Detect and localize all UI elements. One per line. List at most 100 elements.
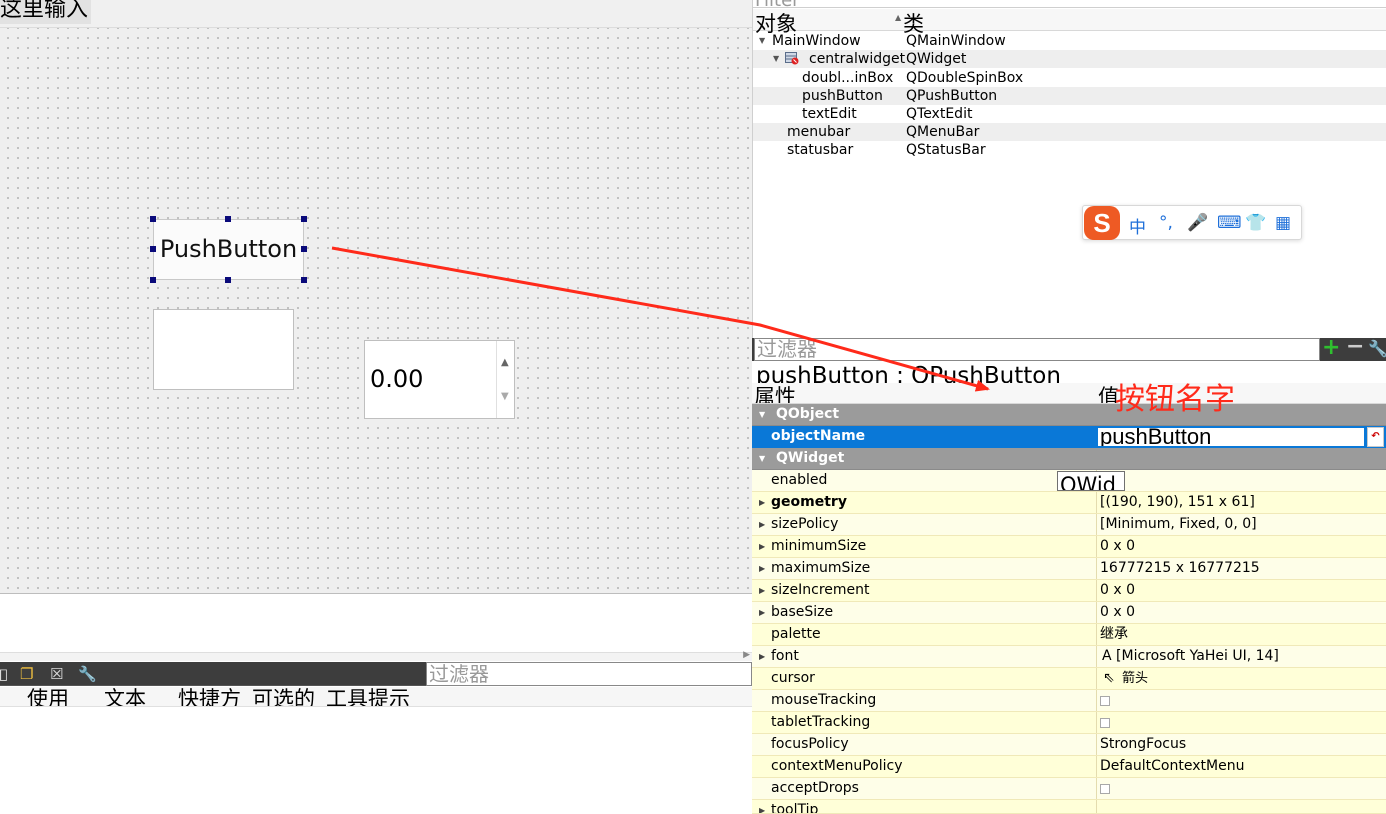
expand-arrow-icon[interactable]: ▶: [759, 800, 765, 813]
scroll-right-icon[interactable]: ▶: [743, 650, 750, 660]
selection-handle[interactable]: [301, 216, 307, 222]
property-filter-input[interactable]: 过滤器: [754, 338, 1320, 361]
property-row[interactable]: acceptDrops: [752, 778, 1386, 800]
punctuation-toggle[interactable]: °,: [1159, 213, 1173, 233]
property-value[interactable]: DefaultContextMenu: [1100, 756, 1244, 777]
property-row[interactable]: ▶ baseSize 0 x 0: [752, 602, 1386, 624]
property-row[interactable]: ▶ geometry [(190, 190), 151 x 61]: [752, 492, 1386, 514]
expand-arrow-icon[interactable]: ▶: [759, 536, 765, 557]
property-value[interactable]: StrongFocus: [1100, 734, 1186, 755]
selection-handle[interactable]: [225, 277, 231, 283]
add-property-icon[interactable]: +: [1322, 335, 1340, 360]
spin-down-icon[interactable]: ▼: [501, 391, 509, 402]
property-row[interactable]: tabletTracking: [752, 712, 1386, 734]
copy-action-icon[interactable]: ❐: [20, 665, 33, 683]
menu-bar-placeholder[interactable]: 这里输入: [0, 0, 752, 28]
expand-arrow-icon[interactable]: ▶: [759, 580, 765, 601]
tree-row[interactable]: pushButton QPushButton: [753, 87, 1386, 105]
column-divider: [1096, 756, 1097, 777]
wrench-icon[interactable]: 🔧: [1368, 339, 1386, 358]
column-header-tooltip[interactable]: 工具提示: [326, 687, 410, 706]
wrench-icon[interactable]: 🔧: [78, 665, 97, 683]
collapse-arrow-icon[interactable]: ▼: [773, 50, 779, 68]
enabled-popup[interactable]: QWid: [1057, 471, 1125, 491]
property-value[interactable]: 0 x 0: [1100, 536, 1135, 557]
mouse-tracking-checkbox[interactable]: [1100, 696, 1110, 706]
text-edit-widget[interactable]: [153, 309, 294, 390]
selection-handle[interactable]: [225, 216, 231, 222]
tree-row[interactable]: textEdit QTextEdit: [753, 105, 1386, 123]
new-action-icon[interactable]: ◧: [0, 665, 8, 683]
ime-logo-icon[interactable]: S: [1084, 206, 1120, 240]
microphone-icon[interactable]: 🎤: [1187, 213, 1208, 233]
accept-drops-checkbox[interactable]: [1100, 784, 1110, 794]
double-spin-box-widget[interactable]: 0.00 ▲ ▼: [364, 340, 515, 419]
action-table-body[interactable]: [0, 707, 752, 814]
expand-arrow-icon[interactable]: ▶: [759, 492, 765, 513]
property-value[interactable]: [(190, 190), 151 x 61]: [1100, 492, 1255, 513]
property-row[interactable]: palette 继承: [752, 624, 1386, 646]
expand-arrow-icon[interactable]: ▶: [759, 602, 765, 623]
column-header-used[interactable]: 使用: [27, 687, 69, 706]
expand-arrow-icon[interactable]: ▶: [759, 646, 765, 667]
property-value[interactable]: A [Microsoft YaHei UI, 14]: [1102, 646, 1279, 667]
property-row[interactable]: ▶ minimumSize 0 x 0: [752, 536, 1386, 558]
selection-handle[interactable]: [150, 216, 156, 222]
spin-up-icon[interactable]: ▲: [501, 357, 509, 368]
reset-value-icon[interactable]: ↶: [1367, 427, 1384, 447]
selection-handle[interactable]: [150, 246, 156, 252]
property-row[interactable]: contextMenuPolicy DefaultContextMenu: [752, 756, 1386, 778]
property-value[interactable]: 0 x 0: [1100, 580, 1135, 601]
column-header-property[interactable]: 属性: [754, 383, 796, 403]
menu-placeholder-text[interactable]: 这里输入: [0, 0, 92, 24]
property-value[interactable]: 箭头: [1122, 668, 1148, 689]
property-row[interactable]: focusPolicy StrongFocus: [752, 734, 1386, 756]
push-button-widget[interactable]: PushButton: [153, 219, 304, 280]
object-name-input[interactable]: [1097, 427, 1365, 447]
expand-arrow-icon[interactable]: ▶: [759, 514, 765, 535]
selection-handle[interactable]: [150, 277, 156, 283]
property-row[interactable]: ▶ sizePolicy [Minimum, Fixed, 0, 0]: [752, 514, 1386, 536]
tablet-tracking-checkbox[interactable]: [1100, 718, 1110, 728]
property-value[interactable]: 0 x 0: [1100, 602, 1135, 623]
apps-grid-icon[interactable]: ▦: [1275, 213, 1291, 233]
property-group-qwidget[interactable]: ▼ QWidget: [752, 448, 1386, 470]
tree-row[interactable]: menubar QMenuBar: [753, 123, 1386, 141]
delete-action-icon[interactable]: ☒: [50, 665, 63, 683]
property-group-qobject[interactable]: ▼ QObject: [752, 404, 1386, 426]
horizontal-scrollbar[interactable]: ▶: [0, 650, 752, 661]
collapse-arrow-icon[interactable]: ▼: [759, 448, 765, 469]
column-header-checkable[interactable]: 可选的: [252, 687, 315, 706]
action-filter-input[interactable]: 过滤器: [426, 662, 752, 686]
remove-property-icon[interactable]: −: [1346, 334, 1364, 359]
collapse-arrow-icon[interactable]: ▼: [759, 32, 765, 50]
property-row[interactable]: ▶ toolTip: [752, 800, 1386, 814]
chinese-mode-toggle[interactable]: 中: [1129, 213, 1146, 238]
tree-item-name: statusbar: [787, 142, 854, 158]
property-value[interactable]: 继承: [1100, 624, 1128, 645]
selection-handle[interactable]: [301, 277, 307, 283]
ime-toolbar[interactable]: S 中 °, 🎤 ⌨ 👕 ▦: [1082, 205, 1302, 240]
tree-row[interactable]: ▼ centralwidget QWidget: [753, 50, 1386, 68]
property-row[interactable]: ▶ sizeIncrement 0 x 0: [752, 580, 1386, 602]
property-row[interactable]: mouseTracking: [752, 690, 1386, 712]
tree-row[interactable]: ▼ MainWindow QMainWindow: [753, 32, 1386, 50]
skin-icon[interactable]: 👕: [1245, 213, 1266, 233]
property-row-objectname[interactable]: objectName ↶: [752, 426, 1386, 448]
column-header-shortcut[interactable]: 快捷方: [178, 687, 241, 706]
tree-row[interactable]: doubl...inBox QDoubleSpinBox: [753, 69, 1386, 87]
property-row[interactable]: ▶ maximumSize 16777215 x 16777215: [752, 558, 1386, 580]
keyboard-icon[interactable]: ⌨: [1217, 213, 1242, 233]
collapse-arrow-icon[interactable]: ▼: [759, 404, 765, 425]
column-header-text[interactable]: 文本: [104, 687, 146, 706]
tree-row[interactable]: statusbar QStatusBar: [753, 141, 1386, 159]
property-value[interactable]: 16777215 x 16777215: [1100, 558, 1260, 579]
property-value[interactable]: [Minimum, Fixed, 0, 0]: [1100, 514, 1257, 535]
expand-arrow-icon[interactable]: ▶: [759, 558, 765, 579]
spin-buttons[interactable]: ▲ ▼: [496, 341, 514, 418]
property-row[interactable]: cursor ⇖ 箭头: [752, 668, 1386, 690]
selection-handle[interactable]: [301, 246, 307, 252]
object-filter-input[interactable]: Filter: [753, 0, 1386, 11]
property-row[interactable]: ▶ font A [Microsoft YaHei UI, 14]: [752, 646, 1386, 668]
design-canvas[interactable]: 这里输入 PushButton 0.00 ▲ ▼: [0, 0, 752, 594]
